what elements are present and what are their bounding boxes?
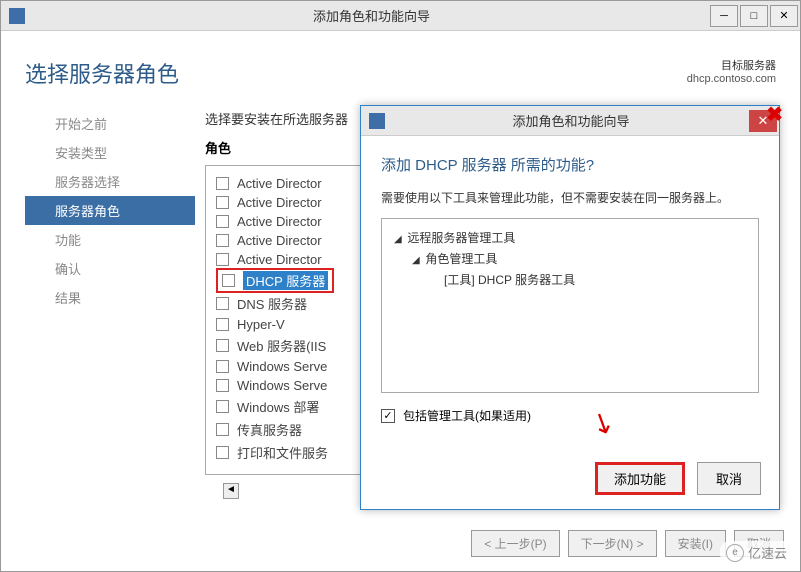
- main-titlebar: 添加角色和功能向导 ─ □ ✕: [1, 1, 800, 31]
- include-tools-checkbox[interactable]: ✓: [381, 409, 395, 423]
- role-item-dhcp[interactable]: DHCP 服务器: [216, 268, 334, 293]
- sub-cancel-button[interactable]: 取消: [697, 462, 761, 495]
- tree-node-dhcp-tools[interactable]: [工具] DHCP 服务器工具: [394, 269, 746, 290]
- tree-expand-icon[interactable]: ◢: [394, 234, 404, 245]
- sub-titlebar: 添加角色和功能向导 ✕: [361, 106, 779, 136]
- sidebar-item-results[interactable]: 结果: [45, 283, 195, 312]
- target-info: 目标服务器 dhcp.contoso.com: [687, 57, 776, 85]
- checkbox-icon[interactable]: [216, 253, 229, 266]
- checkbox-icon[interactable]: [216, 339, 229, 352]
- next-button[interactable]: 下一步(N) >: [568, 530, 657, 557]
- checkbox-icon[interactable]: [216, 215, 229, 228]
- window-title: 添加角色和功能向导: [33, 6, 710, 25]
- feature-tree: ◢ 远程服务器管理工具 ◢ 角色管理工具 [工具] DHCP 服务器工具: [381, 218, 759, 393]
- checkbox-icon[interactable]: [216, 297, 229, 310]
- sidebar-item-server-roles[interactable]: 服务器角色: [25, 196, 195, 225]
- sidebar-item-server-select[interactable]: 服务器选择: [45, 167, 195, 196]
- watermark-icon: e: [726, 544, 744, 562]
- maximize-button[interactable]: □: [740, 5, 768, 27]
- sub-footer-buttons: 添加功能 取消: [595, 462, 761, 495]
- sub-content: 添加 DHCP 服务器 所需的功能? 需要使用以下工具来管理此功能，但不需要安装…: [361, 136, 779, 442]
- sidebar-item-features[interactable]: 功能: [45, 225, 195, 254]
- close-button[interactable]: ✕: [770, 5, 798, 27]
- app-icon: [369, 113, 385, 129]
- checkbox-icon[interactable]: [216, 423, 229, 436]
- add-features-button[interactable]: 添加功能: [595, 462, 685, 495]
- checkbox-icon[interactable]: [216, 196, 229, 209]
- watermark: e 亿速云: [720, 541, 793, 564]
- include-tools-row[interactable]: ✓ 包括管理工具(如果适用): [381, 407, 759, 424]
- install-button[interactable]: 安装(I): [665, 530, 726, 557]
- scroll-left-button[interactable]: ◄: [223, 483, 239, 499]
- checkbox-icon[interactable]: [216, 400, 229, 413]
- checkbox-icon[interactable]: [222, 274, 235, 287]
- target-server: dhcp.contoso.com: [687, 73, 776, 85]
- sub-description: 需要使用以下工具来管理此功能，但不需要安装在同一服务器上。: [381, 189, 759, 206]
- prev-button[interactable]: < 上一步(P): [471, 530, 559, 557]
- checkbox-icon[interactable]: [216, 177, 229, 190]
- target-label: 目标服务器: [687, 57, 776, 73]
- tree-expand-icon[interactable]: ◢: [412, 255, 422, 266]
- include-tools-label: 包括管理工具(如果适用): [403, 407, 531, 424]
- checkbox-icon[interactable]: [216, 379, 229, 392]
- app-icon: [9, 8, 25, 24]
- watermark-text: 亿速云: [748, 543, 787, 562]
- minimize-button[interactable]: ─: [710, 5, 738, 27]
- sub-heading: 添加 DHCP 服务器 所需的功能?: [381, 154, 759, 175]
- checkbox-icon[interactable]: [216, 318, 229, 331]
- sidebar-item-before-start[interactable]: 开始之前: [45, 109, 195, 138]
- page-title: 选择服务器角色: [25, 57, 179, 89]
- checkbox-icon[interactable]: [216, 234, 229, 247]
- page-header: 选择服务器角色 目标服务器 dhcp.contoso.com: [25, 47, 776, 89]
- tree-node-remote-tools[interactable]: ◢ 远程服务器管理工具: [394, 227, 746, 248]
- checkbox-icon[interactable]: [216, 360, 229, 373]
- sidebar-item-install-type[interactable]: 安装类型: [45, 138, 195, 167]
- annotation-x-icon: ✖: [766, 102, 783, 127]
- sidebar-item-confirm[interactable]: 确认: [45, 254, 195, 283]
- wizard-sidebar: 开始之前 安装类型 服务器选择 服务器角色 功能 确认 结果: [25, 109, 195, 475]
- window-controls: ─ □ ✕: [710, 5, 800, 27]
- add-features-dialog: 添加角色和功能向导 ✕ ✖ 添加 DHCP 服务器 所需的功能? 需要使用以下工…: [360, 105, 780, 510]
- checkbox-icon[interactable]: [216, 446, 229, 459]
- sub-window-title: 添加角色和功能向导: [393, 111, 749, 130]
- tree-node-role-tools[interactable]: ◢ 角色管理工具: [394, 248, 746, 269]
